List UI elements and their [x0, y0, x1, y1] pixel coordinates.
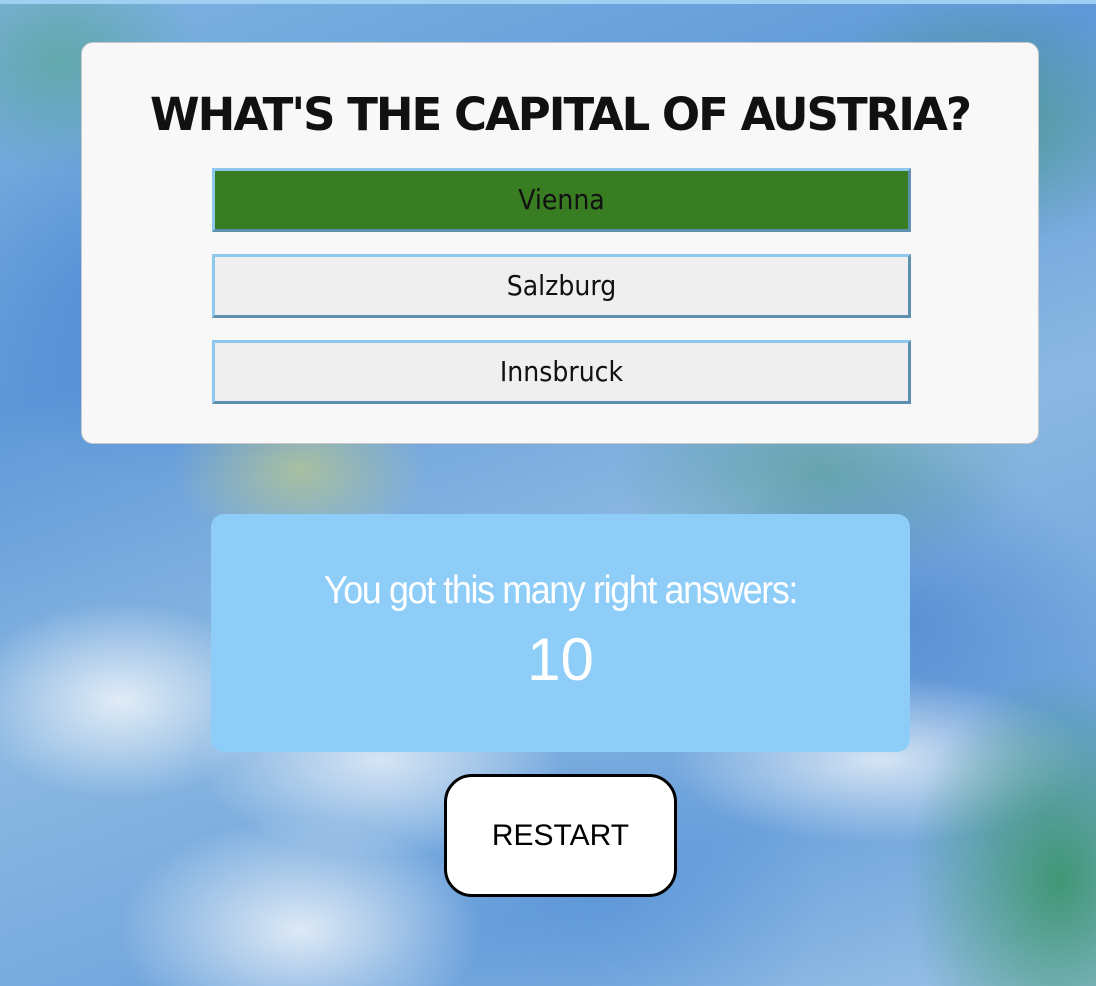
top-accent-bar [0, 0, 1096, 4]
score-value: 10 [527, 626, 594, 693]
score-label: You got this many right answers: [323, 569, 798, 612]
score-panel: You got this many right answers: 10 [211, 514, 910, 752]
answer-button-vienna[interactable]: Vienna [212, 168, 911, 232]
answer-button-innsbruck[interactable]: Innsbruck [212, 340, 911, 404]
question-card: WHAT'S THE CAPITAL OF AUSTRIA? Vienna Sa… [81, 42, 1039, 444]
restart-button[interactable]: RESTART [444, 774, 677, 897]
answer-button-salzburg[interactable]: Salzburg [212, 254, 911, 318]
question-title: WHAT'S THE CAPITAL OF AUSTRIA? [150, 88, 972, 141]
